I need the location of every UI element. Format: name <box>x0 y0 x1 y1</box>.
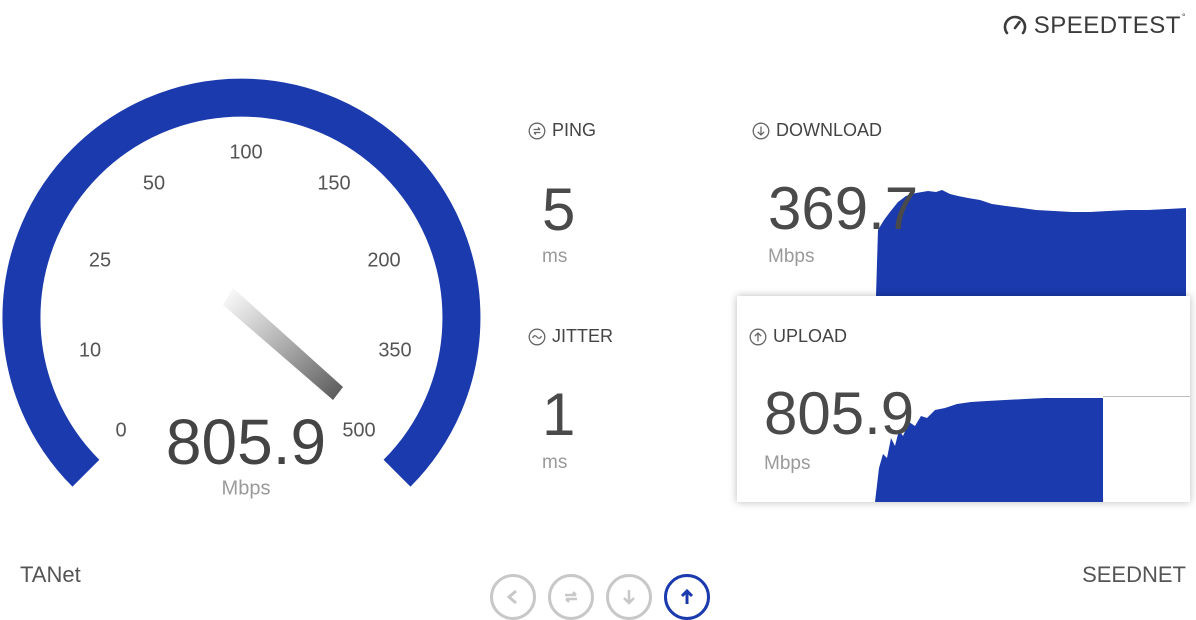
back-button[interactable] <box>490 574 536 620</box>
ping-unit: ms <box>542 246 568 267</box>
ping-label: PING <box>552 120 597 140</box>
download-icon <box>623 590 635 605</box>
gauge-tick: 10 <box>78 339 102 362</box>
jitter-unit: ms <box>542 452 568 473</box>
back-icon <box>506 589 517 605</box>
download-graph <box>876 190 1186 296</box>
ping-icon <box>565 591 577 603</box>
jitter-icon <box>528 328 546 345</box>
gauge-tick: 50 <box>142 172 166 195</box>
jitter-value: 1 <box>542 381 576 448</box>
brand-label: SPEEDTEST° <box>1033 12 1186 39</box>
gauge-tick: 350 <box>378 339 412 362</box>
download-nav-button[interactable] <box>606 574 652 620</box>
download-label: DOWNLOAD <box>776 120 883 140</box>
upload-graph-baseline <box>1103 396 1190 397</box>
ping-value: 5 <box>542 176 576 243</box>
download-value: 369.7 <box>768 175 919 242</box>
download-header: DOWNLOAD <box>752 120 882 141</box>
download-icon <box>752 122 770 139</box>
ping-header: PING <box>528 120 596 141</box>
server-name: SEEDNET <box>1082 562 1186 587</box>
gauge-tick: 500 <box>342 419 376 442</box>
speedtest-brand: SPEEDTEST° <box>1002 12 1186 40</box>
upload-unit: Mbps <box>764 453 811 474</box>
gauge-needle <box>223 288 343 400</box>
download-unit: Mbps <box>768 246 815 267</box>
upload-label: UPLOAD <box>773 326 848 346</box>
gauge-tick: 100 <box>229 141 263 164</box>
gauge-tick: 0 <box>115 419 127 442</box>
gauge-speed-value: 805.9 <box>165 406 327 478</box>
upload-graph <box>875 398 1103 502</box>
upload-nav-button[interactable] <box>664 574 710 620</box>
isp-name: TANet <box>20 562 81 587</box>
jitter-header: JITTER <box>528 326 613 347</box>
gauge-speed-unit: Mbps <box>221 477 271 500</box>
upload-header: UPLOAD <box>749 326 847 347</box>
gauge-tick: 25 <box>88 249 112 272</box>
upload-icon <box>680 588 694 604</box>
ping-icon <box>528 122 546 139</box>
gauge-tick: 150 <box>317 172 351 195</box>
test-navigation <box>490 574 710 620</box>
gauge-tick: 200 <box>367 249 401 272</box>
jitter-label: JITTER <box>552 326 613 346</box>
upload-value: 805.9 <box>764 380 915 447</box>
upload-icon <box>749 328 767 345</box>
ping-nav-button[interactable] <box>548 574 594 620</box>
upload-card: UPLOAD 805.9 Mbps <box>737 296 1190 502</box>
gauge-logo-icon <box>1003 15 1026 35</box>
